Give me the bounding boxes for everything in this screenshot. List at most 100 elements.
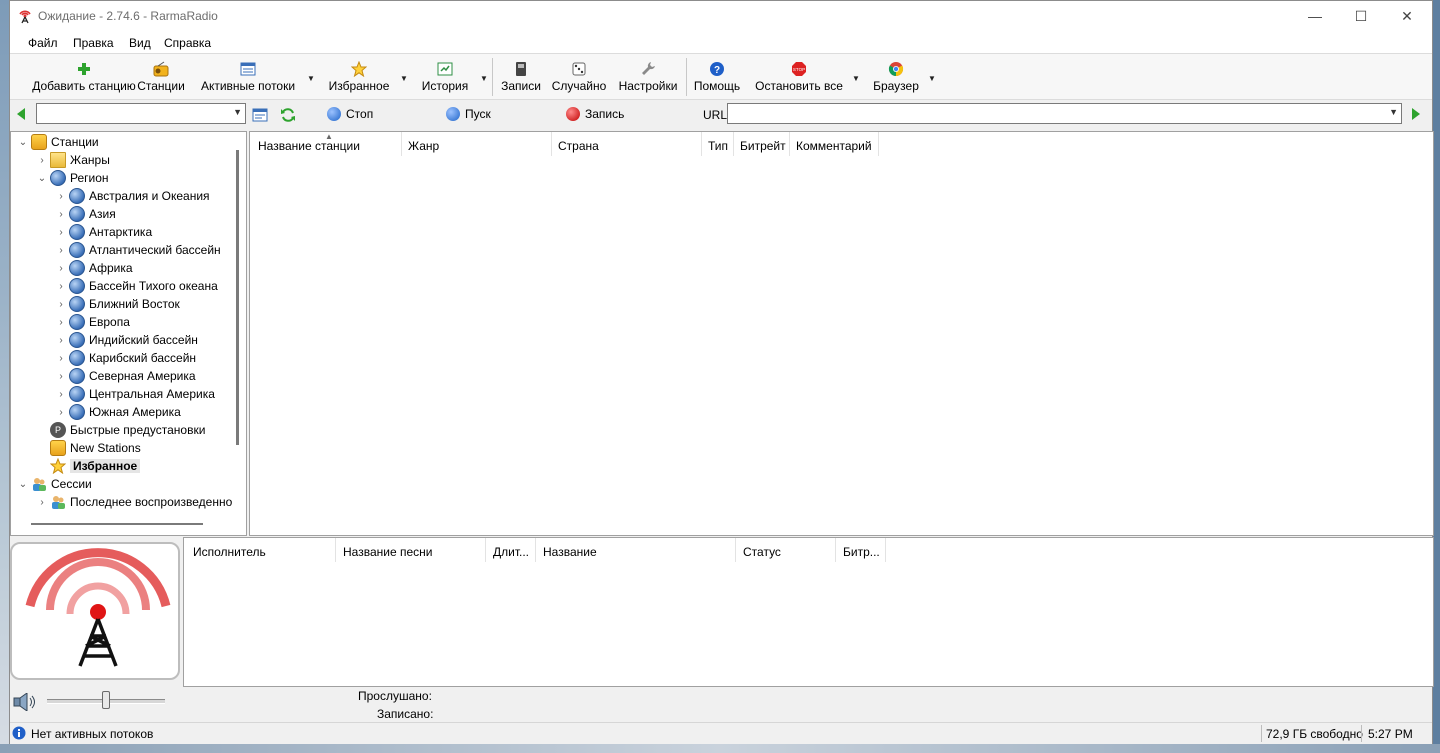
chevron-down-icon[interactable]: ▼ [1389, 107, 1398, 117]
track-list[interactable]: Исполнитель Название песни Длит... Назва… [183, 537, 1434, 687]
browser-dropdown-arrow[interactable]: ▼ [928, 74, 936, 83]
expand-arrow-icon[interactable]: › [55, 227, 67, 238]
volume-slider-thumb[interactable] [102, 691, 110, 709]
settings-button[interactable]: Настройки [616, 58, 680, 98]
history-dropdown-arrow[interactable]: ▼ [480, 74, 488, 83]
stop-all-dropdown-arrow[interactable]: ▼ [852, 74, 860, 83]
url-combo[interactable]: ▼ [727, 103, 1402, 124]
tree-region-item[interactable]: › Бассейн Тихого океана [55, 277, 218, 295]
tree-genres[interactable]: › Жанры [36, 151, 110, 169]
tree-region-item[interactable]: › Австралия и Океания [55, 187, 210, 205]
tree-presets[interactable]: P Быстрые предустановки [36, 421, 205, 439]
back-arrow-icon[interactable] [16, 108, 26, 120]
menu-edit[interactable]: Правка [73, 36, 114, 50]
expand-arrow-icon[interactable]: › [55, 245, 67, 256]
expand-arrow-icon[interactable]: › [36, 497, 48, 508]
tree-region-item[interactable]: › Антарктика [55, 223, 152, 241]
tree-last-played[interactable]: › Последнее воспроизведенно [36, 493, 232, 511]
active-streams-button[interactable]: Активные потоки [198, 58, 298, 98]
stations-button[interactable]: Станции [136, 58, 186, 98]
maximize-button[interactable]: ☐ [1338, 1, 1384, 32]
tree-region-item[interactable]: › Европа [55, 313, 130, 331]
stop-button[interactable]: Стоп [327, 107, 373, 121]
col-station-name[interactable]: Название станции [258, 139, 360, 153]
col-duration[interactable]: Длит... [493, 545, 529, 559]
column-divider [733, 132, 734, 156]
tree-label: Быстрые предустановки [70, 423, 206, 437]
expand-arrow-icon[interactable]: › [55, 263, 67, 274]
tree-region-item[interactable]: › Северная Америка [55, 367, 196, 385]
browser-button[interactable]: Браузер [870, 58, 922, 98]
favorites-dropdown-arrow[interactable]: ▼ [400, 74, 408, 83]
tree-region-item[interactable]: › Индийский бассейн [55, 331, 198, 349]
col-status[interactable]: Статус [743, 545, 781, 559]
tree-sessions[interactable]: ⌄ Сессии [17, 475, 92, 493]
menu-file[interactable]: Файл [28, 36, 58, 50]
col-bitrate-short[interactable]: Битр... [843, 545, 880, 559]
help-button[interactable]: ? Помощь [691, 58, 743, 98]
recordings-button[interactable]: Записи [498, 58, 544, 98]
expand-arrow-icon[interactable]: › [55, 407, 67, 418]
tree-region[interactable]: ⌄ Регион [36, 169, 109, 187]
title-bar[interactable]: Ожидание - 2.74.6 - RarmaRadio — ☐ ✕ [10, 1, 1432, 32]
close-button[interactable]: ✕ [1384, 1, 1430, 32]
col-song-title[interactable]: Название песни [343, 545, 432, 559]
expand-arrow-icon[interactable]: › [36, 155, 48, 166]
expand-arrow-icon[interactable]: › [55, 281, 67, 292]
col-type[interactable]: Тип [708, 139, 728, 153]
desktop-background-bottom [0, 744, 1440, 753]
col-comment[interactable]: Комментарий [796, 139, 872, 153]
expand-arrow-icon[interactable]: › [55, 209, 67, 220]
collapse-arrow-icon[interactable]: ⌄ [36, 173, 48, 184]
tree-region-item[interactable]: › Ближний Восток [55, 295, 180, 313]
chevron-down-icon[interactable]: ▼ [233, 107, 242, 117]
col-country[interactable]: Страна [558, 139, 599, 153]
tree-label: Антарктика [89, 225, 153, 239]
collapse-arrow-icon[interactable]: ⌄ [17, 137, 29, 148]
expand-arrow-icon[interactable]: › [55, 299, 67, 310]
col-bitrate[interactable]: Битрейт [740, 139, 786, 153]
favorites-button[interactable]: Избранное [324, 58, 394, 98]
minimize-button[interactable]: — [1292, 1, 1338, 32]
expand-arrow-icon[interactable]: › [55, 389, 67, 400]
refresh-icon[interactable] [280, 107, 296, 123]
search-combo[interactable]: ▼ [36, 103, 246, 124]
tree-region-item[interactable]: › Карибский бассейн [55, 349, 196, 367]
expand-arrow-icon[interactable]: › [55, 335, 67, 346]
tree-region-item[interactable]: › Атлантический бассейн [55, 241, 221, 259]
record-button[interactable]: Запись [566, 107, 624, 121]
tree-new-stations[interactable]: New Stations [36, 439, 141, 457]
tree-region-item[interactable]: › Южная Америка [55, 403, 181, 421]
col-artist[interactable]: Исполнитель [193, 545, 266, 559]
add-station-button[interactable]: Добавить станцию [24, 58, 144, 98]
station-list[interactable]: ▲ Название станции Жанр Страна Тип Битре… [249, 131, 1434, 536]
tree-vertical-scrollbar[interactable] [236, 150, 239, 445]
stop-all-button[interactable]: STOP Остановить все [755, 58, 843, 98]
speaker-icon[interactable] [13, 693, 37, 711]
tree-favorites[interactable]: Избранное [36, 457, 141, 475]
expand-arrow-icon[interactable]: › [55, 317, 67, 328]
list-window-icon [240, 62, 256, 76]
station-list-icon[interactable] [252, 107, 268, 123]
menu-view[interactable]: Вид [129, 36, 151, 50]
tree-stations[interactable]: ⌄ Станции [17, 133, 99, 151]
expand-arrow-icon[interactable]: › [55, 371, 67, 382]
col-genre[interactable]: Жанр [408, 139, 439, 153]
go-arrow-icon[interactable] [1411, 108, 1421, 120]
expand-arrow-icon[interactable]: › [55, 191, 67, 202]
tree-region-item[interactable]: › Азия [55, 205, 116, 223]
menu-help[interactable]: Справка [164, 36, 211, 50]
station-tree[interactable]: ⌄ Станции › Жанры ⌄ Регион › Австралия и Океани… [10, 131, 247, 536]
history-button[interactable]: История [415, 58, 475, 98]
play-button[interactable]: Пуск [446, 107, 491, 121]
active-streams-dropdown-arrow[interactable]: ▼ [307, 74, 315, 83]
col-name[interactable]: Название [543, 545, 597, 559]
tree-region-item[interactable]: › Центральная Америка [55, 385, 215, 403]
tree-label: Центральная Америка [89, 387, 215, 401]
tree-horizontal-scrollbar[interactable] [31, 523, 203, 525]
tree-region-item[interactable]: › Африка [55, 259, 133, 277]
expand-arrow-icon[interactable]: › [55, 353, 67, 364]
random-button[interactable]: Случайно [550, 58, 608, 98]
tree-label: Станции [51, 135, 99, 149]
collapse-arrow-icon[interactable]: ⌄ [17, 479, 29, 490]
